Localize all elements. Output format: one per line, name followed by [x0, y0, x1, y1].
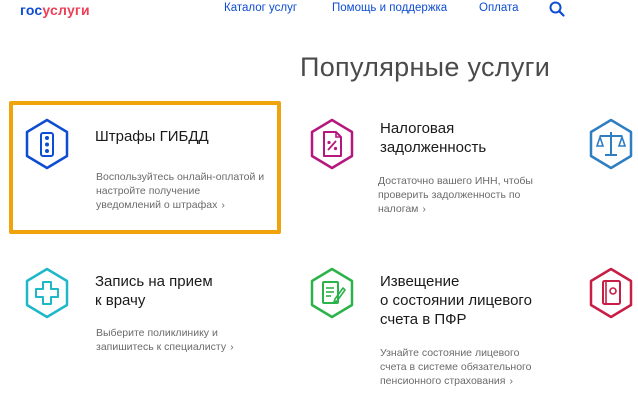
service-card-pfr-statement[interactable]: Извещение о состоянии лицевого счета в П…	[305, 262, 565, 392]
chevron-right-icon: ›	[422, 203, 426, 215]
card-title-tax: Налоговая задолженность	[380, 119, 486, 157]
service-card-doctor-appointment[interactable]: Запись на прием к врачу Выберите поликли…	[20, 262, 280, 372]
top-header: госуслуги Каталог услуг Помощь и поддерж…	[0, 0, 638, 20]
nav-payment-link[interactable]: Оплата	[479, 2, 519, 14]
tax-document-icon	[310, 118, 354, 170]
card-title-doctor-line2: к врачу	[95, 292, 146, 309]
card-desc-tax-line1: Достаточно вашего ИНН, чтобы	[378, 175, 533, 187]
card-desc-pfr-line2: счета в системе обязательного	[380, 361, 532, 373]
nav-catalog-link[interactable]: Каталог услуг	[224, 2, 297, 14]
card-title-pfr-line3: счета в ПФР	[380, 311, 467, 328]
card-title-doctor: Запись на прием к врачу	[95, 272, 213, 310]
card-desc-fines-line3-text: уведомлений о штрафах	[96, 199, 218, 211]
popular-services-title: Популярные услуги	[300, 52, 551, 82]
card-desc-pfr-line3: пенсионного страхования ›	[380, 374, 570, 388]
card-title-pfr-line1: Извещение	[380, 273, 460, 290]
chevron-right-icon: ›	[230, 341, 234, 353]
card-title-doctor-line1: Запись на прием	[95, 273, 213, 290]
scales-icon[interactable]	[584, 117, 638, 171]
service-card-tax-debt[interactable]: Налоговая задолженность Достаточно вашег…	[305, 110, 565, 230]
card-title-pfr-line2: о состоянии лицевого	[380, 292, 532, 309]
card-desc-fines-line3: уведомлений о штрафах ›	[96, 198, 286, 212]
traffic-light-icon	[25, 118, 69, 170]
chevron-right-icon: ›	[509, 375, 513, 387]
edit-document-icon	[310, 267, 354, 319]
logo-gos-part: гос	[20, 2, 43, 18]
card-desc-doctor: Выберите поликлинику и запишитесь к спец…	[96, 326, 286, 354]
card-title-fines-text: Штрафы ГИБДД	[95, 128, 209, 145]
card-desc-tax-line3: налогам ›	[378, 202, 568, 216]
card-title-fines: Штрафы ГИБДД	[95, 127, 209, 146]
card-desc-fines-line1: Воспользуйтесь онлайн-оплатой и	[96, 171, 265, 183]
logo-uslugi-part: услуги	[42, 2, 90, 18]
medical-cross-icon	[25, 267, 69, 319]
passport-icon[interactable]	[584, 266, 638, 320]
card-title-tax-line1: Налоговая	[380, 120, 455, 137]
card-desc-pfr: Узнайте состояние лицевого счета в систе…	[380, 346, 570, 388]
card-desc-pfr-line3-text: пенсионного страхования	[380, 375, 506, 387]
card-desc-doctor-line2: запишитесь к специалисту ›	[96, 340, 286, 354]
card-title-pfr: Извещение о состоянии лицевого счета в П…	[380, 272, 532, 329]
service-card-traffic-fines[interactable]: Штрафы ГИБДД Воспользуйтесь онлайн-оплат…	[20, 110, 280, 230]
card-desc-fines: Воспользуйтесь онлайн-оплатой и настройт…	[96, 170, 286, 212]
card-desc-tax-line2: проверить задолженность по	[378, 189, 521, 201]
nav-help-link[interactable]: Помощь и поддержка	[332, 2, 447, 14]
card-desc-tax: Достаточно вашего ИНН, чтобы проверить з…	[378, 174, 568, 216]
card-desc-doctor-line1: Выберите поликлинику и	[96, 327, 218, 339]
card-desc-doctor-line2-text: запишитесь к специалисту	[96, 341, 227, 353]
card-title-tax-line2: задолженность	[380, 139, 487, 156]
card-desc-pfr-line1: Узнайте состояние лицевого	[380, 347, 520, 359]
gosuslugi-logo[interactable]: госуслуги	[20, 2, 90, 18]
chevron-right-icon: ›	[221, 199, 225, 211]
search-icon[interactable]	[548, 0, 566, 18]
card-desc-tax-line3-text: налогам	[378, 203, 419, 215]
card-desc-fines-line2: настройте получение	[96, 185, 201, 197]
